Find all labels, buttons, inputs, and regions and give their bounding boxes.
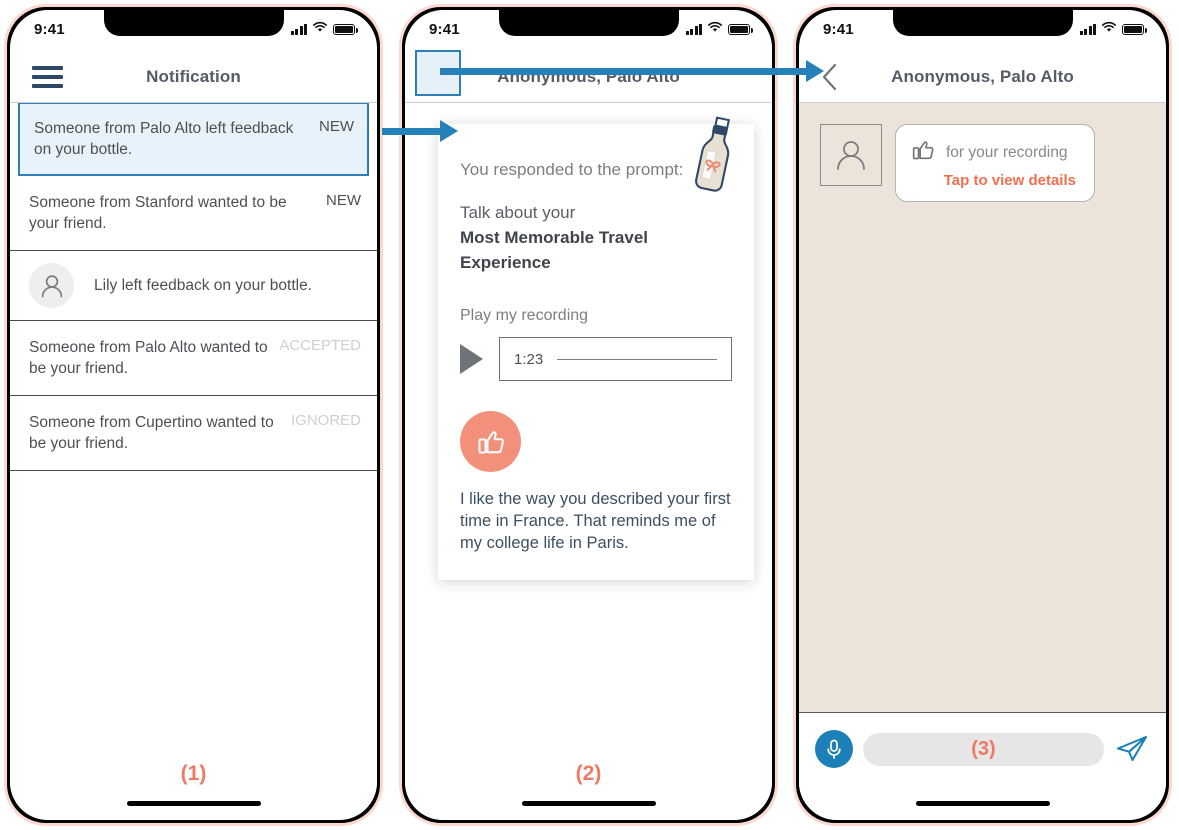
bubble-main-line: for your recording [910,137,1076,168]
chat-input-field[interactable]: (3) [863,733,1104,766]
phone-frame-1: 9:41 Notification Someone from Palo Alto… [4,4,383,826]
status-indicators [290,20,358,38]
screen-chat: 9:41 Anonymous, Palo Alto for your recor… [799,10,1166,820]
notification-row[interactable]: Lily left feedback on your bottle. [10,251,377,321]
home-indicator [126,801,261,806]
flow-arrow-2-to-3 [440,60,830,82]
audio-progress-track[interactable] [557,358,717,360]
chat-input-placeholder: (3) [971,738,996,760]
flow-arrow-1-to-2 [382,120,464,142]
mockup-canvas: 9:41 Notification Someone from Palo Alto… [0,0,1179,830]
wifi-icon [707,20,723,38]
notification-text: Lily left feedback on your bottle. [94,277,312,294]
home-indicator [521,801,656,806]
notification-status-badge: ACCEPTED [279,337,361,354]
battery-icon [728,23,753,35]
screen-notification-list: 9:41 Notification Someone from Palo Alto… [10,10,377,820]
view-details-link[interactable]: Tap to view details [910,172,1076,189]
notification-text: Someone from Palo Alto wanted to be your… [29,339,268,377]
notification-status-badge: NEW [326,192,361,209]
hamburger-icon[interactable] [32,66,63,88]
chat-body: for your recording Tap to view details (… [799,102,1166,820]
send-paper-plane-icon[interactable] [1114,731,1150,767]
status-time: 9:41 [823,20,854,38]
phone-frame-3: 9:41 Anonymous, Palo Alto for your recor… [793,4,1172,826]
avatar [820,124,882,186]
person-icon [837,141,865,170]
page-title: Notification [146,67,241,86]
bottle-detail-body: You responded to the prompt: Talk about … [405,102,772,820]
wifi-icon [1101,20,1117,38]
device-notch [498,10,679,36]
notification-row-selected[interactable]: Someone from Palo Alto left feedback on … [18,102,369,176]
prompt-sub-text: Talk about your [460,203,576,222]
status-time: 9:41 [429,20,460,38]
page-title: Anonymous, Palo Alto [891,67,1074,86]
notification-row[interactable]: Someone from Stanford wanted to be your … [10,176,377,251]
status-time: 9:41 [34,20,65,38]
cellular-signal-icon [685,23,702,35]
audio-player: 1:23 [460,337,732,381]
notification-status-badge: IGNORED [290,412,361,429]
audio-track[interactable]: 1:23 [499,337,732,381]
nav-bar-3: Anonymous, Palo Alto [799,52,1166,103]
step-label-1: (1) [180,762,207,785]
microphone-icon[interactable] [815,730,853,768]
audio-duration: 1:23 [514,350,544,368]
prompt-response-card: You responded to the prompt: Talk about … [438,116,754,580]
status-indicators [1079,20,1147,38]
home-indicator [915,801,1050,806]
device-notch [892,10,1073,36]
thumbs-up-icon [910,137,936,168]
thumbs-up-icon [460,411,521,472]
person-icon [41,274,62,297]
nav-bar-1: Notification [10,52,377,103]
notification-list: Someone from Palo Alto left feedback on … [10,102,377,820]
message-text: for your recording [946,143,1068,161]
cellular-signal-icon [290,23,307,35]
play-recording-label: Play my recording [460,307,589,324]
prompt-title-text: Most Memorable Travel Experience [460,228,649,272]
battery-icon [1122,23,1147,35]
notification-text: Someone from Cupertino wanted to be your… [29,414,274,452]
battery-icon [333,23,358,35]
play-icon[interactable] [460,344,483,374]
notification-status-badge: NEW [319,118,354,135]
notification-row[interactable]: Someone from Cupertino wanted to be your… [10,396,377,471]
device-notch [103,10,284,36]
cellular-signal-icon [1079,23,1096,35]
chat-message: for your recording Tap to view details [820,124,1095,202]
notification-row[interactable]: Someone from Palo Alto wanted to be your… [10,321,377,396]
feedback-text: I like the way you described your first … [460,490,731,552]
message-bubble[interactable]: for your recording Tap to view details [895,124,1095,202]
step-label-2: (2) [575,762,602,785]
wifi-icon [312,20,328,38]
avatar [29,263,74,308]
message-in-a-bottle-icon [684,112,746,196]
notification-text: Someone from Stanford wanted to be your … [29,194,287,232]
notification-text: Someone from Palo Alto left feedback on … [34,120,294,158]
status-indicators [685,20,753,38]
